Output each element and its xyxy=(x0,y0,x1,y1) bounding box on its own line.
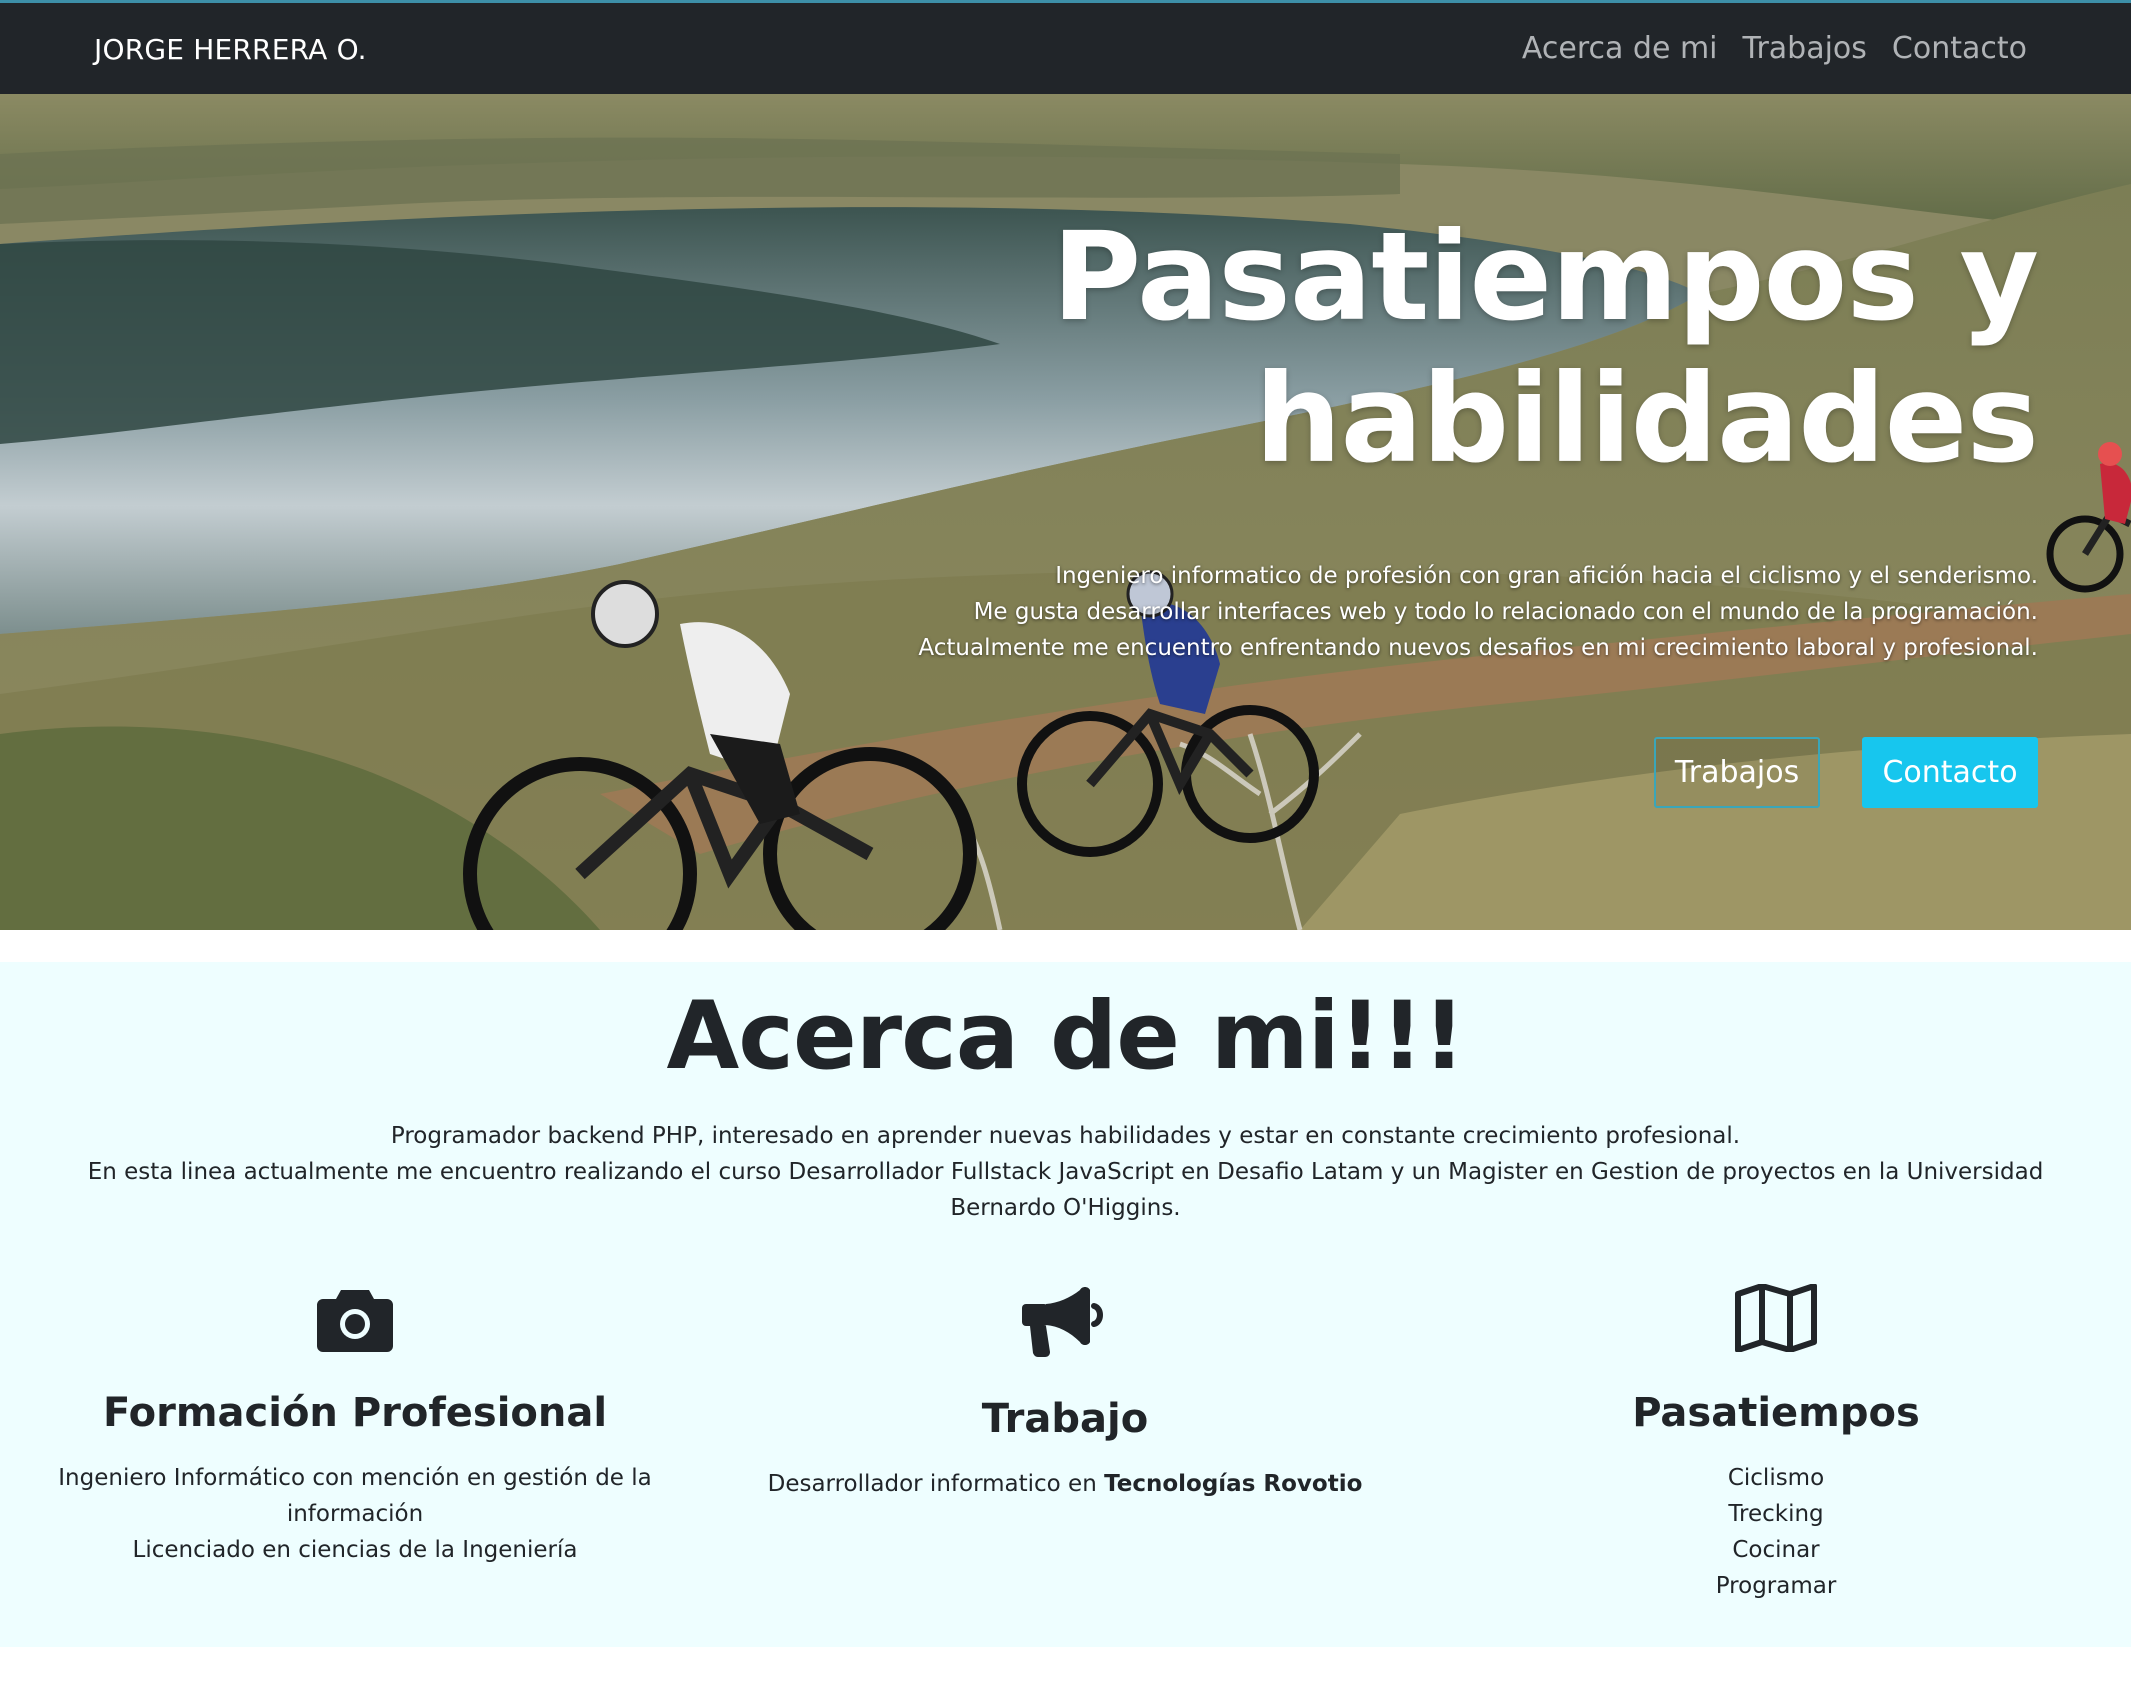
education-title: Formación Profesional xyxy=(102,1390,608,1436)
hero-buttons: Trabajos Contacto xyxy=(1654,737,2038,808)
hobby-item: Cocinar xyxy=(1732,1537,1820,1563)
nav-link-about[interactable]: Acerca de mi xyxy=(1522,31,1718,66)
hobbies-column: Pasatiempos Ciclismo Trecking Cocinar Pr… xyxy=(1466,1284,2086,1604)
hobbies-body: Ciclismo Trecking Cocinar Programar xyxy=(1466,1460,2086,1604)
hero-description-line: Ingeniero informatico de profesión con g… xyxy=(1055,563,2038,589)
works-button[interactable]: Trabajos xyxy=(1654,737,1820,808)
hero-description-line: Me gusta desarrollar interfaces web y to… xyxy=(973,599,2038,625)
about-section: Acerca de mi!!! Programador backend PHP,… xyxy=(0,962,2131,1647)
about-title: Acerca de mi!!! xyxy=(666,982,1466,1091)
hobby-item: Ciclismo xyxy=(1727,1465,1825,1491)
about-text: Programador backend PHP, interesado en a… xyxy=(60,1118,2071,1226)
brand-link[interactable]: JORGE HERRERA O. xyxy=(94,33,367,66)
work-prefix: Desarrollador informatico en xyxy=(767,1471,1105,1497)
megaphone-icon xyxy=(1022,1287,1103,1357)
about-line: En esta linea actualmente me encuentro r… xyxy=(87,1159,2044,1221)
nav-link-works[interactable]: Trabajos xyxy=(1743,31,1867,66)
hobby-item: Programar xyxy=(1715,1573,1837,1599)
nav-links: Acerca de mi Trabajos Contacto xyxy=(1522,31,2027,66)
education-body: Ingeniero Informático con mención en ges… xyxy=(45,1460,665,1568)
hobbies-title: Pasatiempos xyxy=(1632,1390,1920,1436)
map-icon xyxy=(1735,1284,1817,1352)
navbar: JORGE HERRERA O. Acerca de mi Trabajos C… xyxy=(0,0,2131,94)
hobby-item: Trecking xyxy=(1728,1501,1824,1527)
contact-button[interactable]: Contacto xyxy=(1862,737,2038,808)
hero-section: Pasatiempos y habilidades Ingeniero info… xyxy=(0,94,2131,930)
company-name: Tecnologías Rovotio xyxy=(1104,1471,1363,1497)
nav-link-contact[interactable]: Contacto xyxy=(1892,31,2027,66)
hero-description-line: Actualmente me encuentro enfrentando nue… xyxy=(918,635,2038,661)
work-column: Trabajo Desarrollador informatico en Tec… xyxy=(755,1284,1375,1502)
camera-icon xyxy=(317,1290,393,1352)
education-column: Formación Profesional Ingeniero Informát… xyxy=(45,1284,665,1568)
hero-title: Pasatiempos y habilidades xyxy=(1051,206,2039,490)
about-line: Programador backend PHP, interesado en a… xyxy=(390,1123,1741,1149)
work-body: Desarrollador informatico en Tecnologías… xyxy=(755,1466,1375,1502)
hero-description: Ingeniero informatico de profesión con g… xyxy=(838,558,2038,666)
education-line: Ingeniero Informático con mención en ges… xyxy=(58,1465,652,1527)
education-line: Licenciado en ciencias de la Ingeniería xyxy=(132,1537,578,1563)
work-title: Trabajo xyxy=(981,1396,1149,1442)
